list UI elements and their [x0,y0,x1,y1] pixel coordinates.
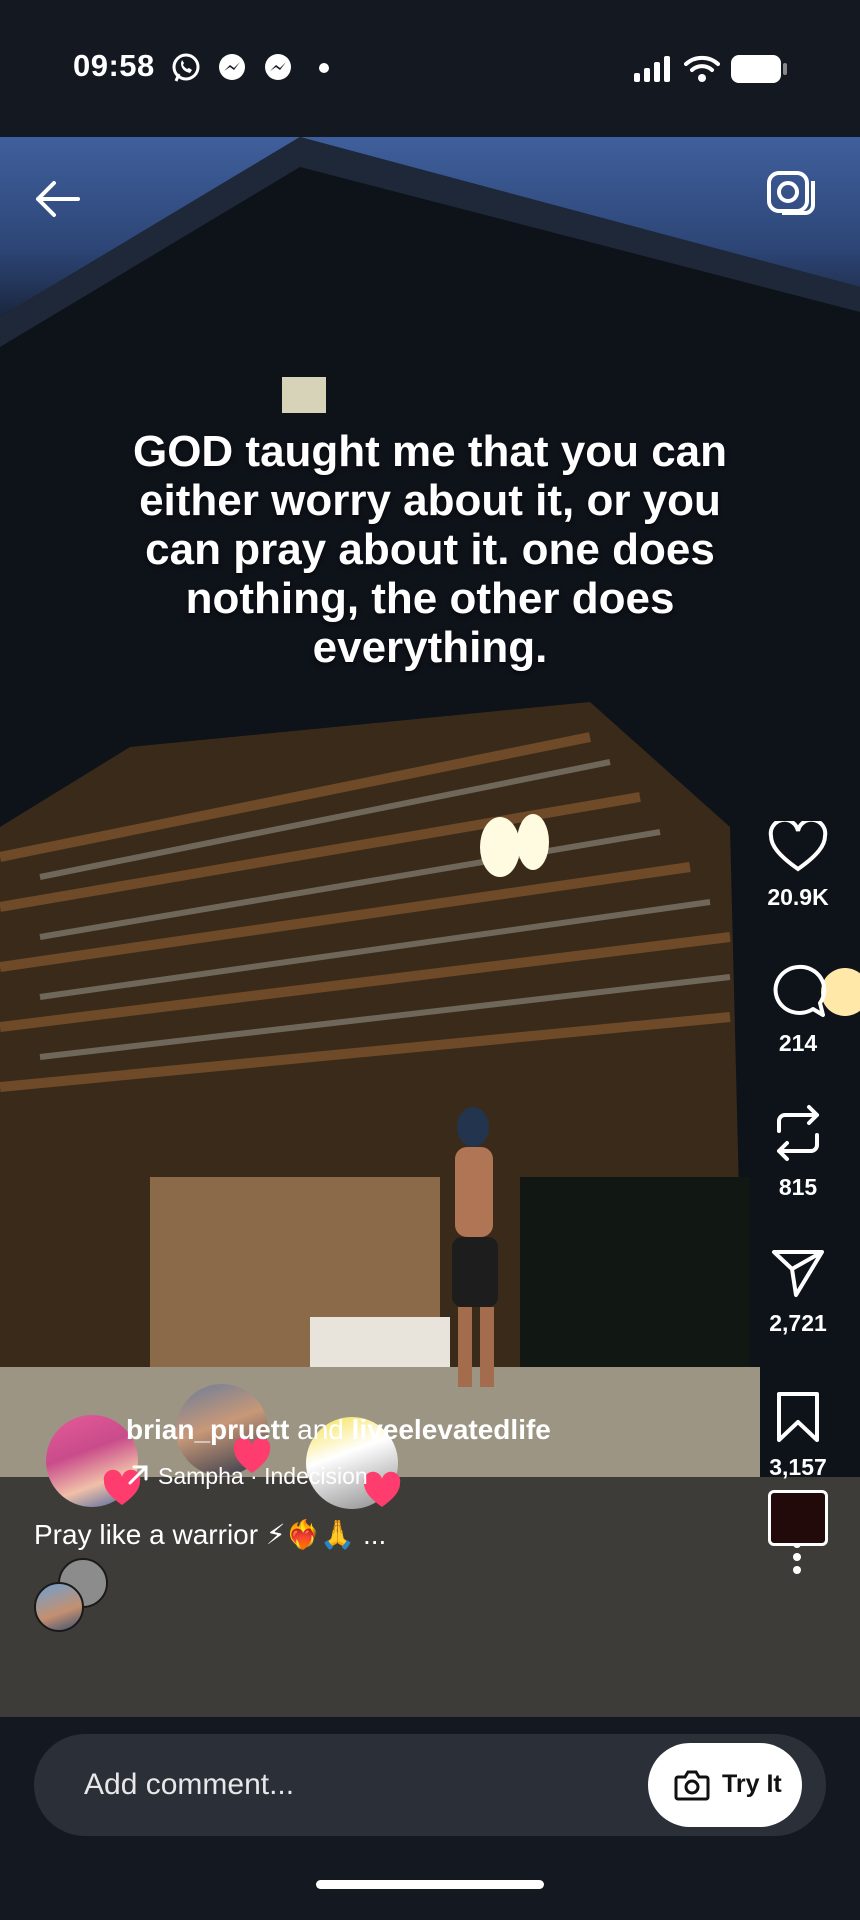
send-icon [772,1250,824,1297]
try-it-button[interactable]: Try It [648,1743,802,1827]
status-time: 09:58 [73,48,155,83]
save-count: 3,157 [769,1454,827,1480]
cellular-signal-icon [634,56,670,82]
repost-icon [777,1105,819,1161]
repost-count: 815 [778,1174,818,1200]
arrow-up-right-icon [128,1465,148,1485]
author-line[interactable]: brian_pruett and liveelevatedlife [126,1414,551,1446]
repost-button[interactable]: 815 [756,1103,840,1201]
like-button[interactable]: 20.9K [756,817,840,911]
overlay-quote-text: GOD taught me that you can either worry … [132,427,728,672]
comment-count: 214 [778,1030,818,1056]
heart-badge-icon-3 [363,1471,401,1507]
post-caption[interactable]: Pray like a warrior ⚡❤️‍🔥🙏 ... [34,1518,386,1551]
notification-dot-icon [319,63,329,73]
camera-icon [674,1770,710,1801]
bookmark-icon [777,1392,819,1442]
messenger-icon-2 [265,54,291,80]
author-connector: and [289,1414,352,1445]
comment-bar[interactable]: Add comment... Try It [34,1734,826,1836]
comment-bubble-icon [773,964,827,1017]
back-arrow-icon[interactable] [32,177,82,221]
like-count: 20.9K [767,884,829,910]
collaborator-avatar[interactable] [34,1582,84,1632]
add-comment-input[interactable]: Add comment... [84,1768,294,1802]
audio-line[interactable]: Sampha · Indecision [126,1463,368,1490]
battery-icon [731,55,787,83]
wifi-icon [684,55,720,82]
messenger-icon [219,54,245,80]
share-count: 2,721 [769,1310,827,1336]
whatsapp-icon [172,53,200,82]
save-button[interactable]: 3,157 [756,1391,840,1481]
collaborator-username[interactable]: liveelevatedlife [352,1414,551,1445]
share-button[interactable]: 2,721 [756,1247,840,1337]
status-bar: 09:58 [0,0,860,137]
audio-title: Sampha · Indecision [158,1463,368,1489]
camera-icon[interactable] [766,167,816,217]
try-it-label: Try It [722,1770,782,1798]
comment-button[interactable]: 214 [756,963,840,1057]
home-indicator[interactable] [316,1880,544,1889]
author-username[interactable]: brian_pruett [126,1414,289,1445]
heart-icon [768,817,828,872]
audio-thumbnail[interactable] [768,1490,828,1546]
